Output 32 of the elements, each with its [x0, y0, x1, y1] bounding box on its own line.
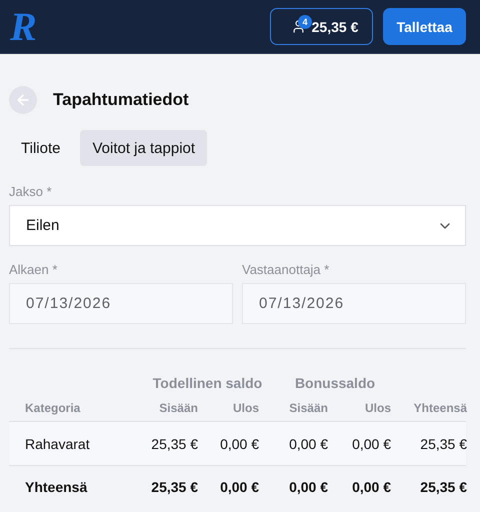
user-icon [290, 19, 306, 34]
deposit-button[interactable]: Tallettaa [383, 8, 466, 45]
table-cell-text: 25,35 € [419, 436, 467, 452]
table-cell-text: 25,35 € [150, 436, 198, 452]
table-cell-text: 0,00 € [219, 436, 259, 452]
balance-button[interactable]: 4 25,35 € [270, 8, 373, 45]
field-label: Jakso * [9, 184, 53, 199]
table-cell-text: 0,00 € [288, 479, 328, 495]
column-header: Yhteensä [412, 401, 467, 417]
table-cell-text: 0,00 € [351, 436, 391, 452]
column-header: Kategoria [25, 401, 82, 417]
table-cell-text: Rahavarat [25, 436, 91, 452]
table-cell-text: 25,35 € [419, 479, 467, 495]
column-header: Ulos [232, 401, 259, 417]
table-cell-text: Yhteensä [25, 479, 88, 495]
column-group-header: Bonussaldo [294, 374, 376, 393]
tab[interactable]: Voitot ja tappiot [80, 130, 208, 166]
tab[interactable]: Tiliote [9, 130, 72, 166]
table-cell-text: 25,35 € [150, 479, 198, 495]
notification-badge: 4 [298, 15, 312, 29]
field-label: Alkaen * [9, 262, 58, 277]
column-header: Sisään [288, 401, 328, 417]
field-label: Vastaanottaja * [242, 262, 330, 277]
table-cell-text: 0,00 € [288, 436, 328, 452]
table-cell-text: 0,00 € [351, 479, 391, 495]
column-header: Sisään [158, 401, 198, 417]
column-header: Ulos [364, 401, 391, 417]
table-cell-text: 0,00 € [219, 479, 259, 495]
column-group-header: Todellinen saldo [152, 374, 262, 393]
back-button[interactable] [9, 86, 37, 114]
page-title: Tapahtumatiedot [53, 90, 189, 110]
period-select[interactable]: Eilen [9, 205, 466, 246]
